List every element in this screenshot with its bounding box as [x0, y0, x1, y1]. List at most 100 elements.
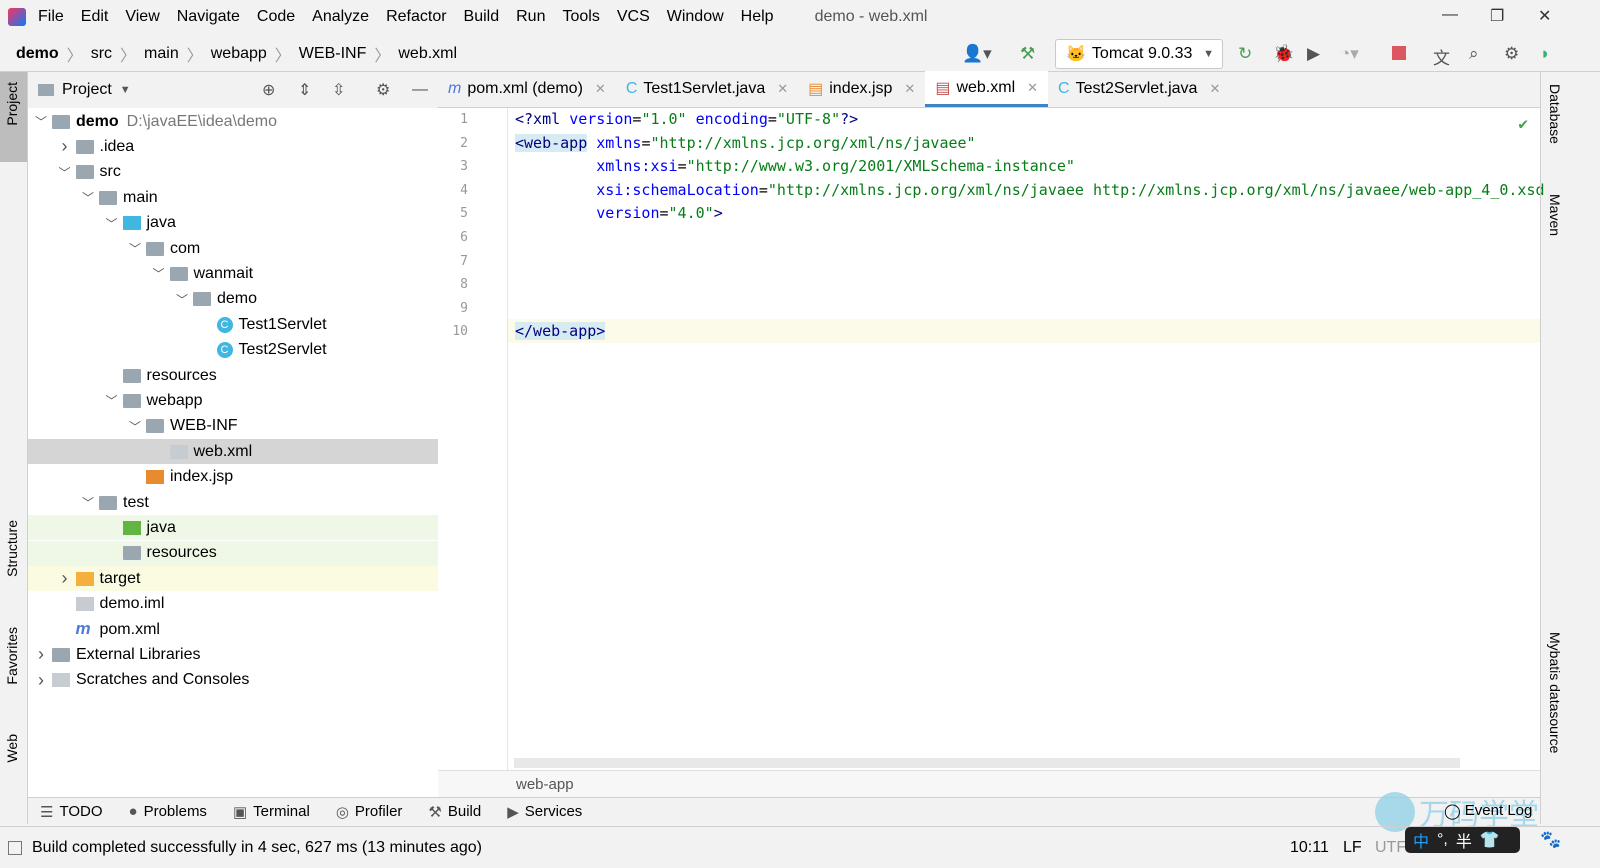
maven-tool-tab[interactable]: Maven	[1547, 194, 1563, 236]
tree-item-resources[interactable]: resources	[28, 540, 438, 566]
tree-item-index-jsp[interactable]: index.jsp	[28, 465, 438, 490]
gear-icon[interactable]: ⚙	[1504, 44, 1519, 64]
gear-icon[interactable]: ⚙	[376, 80, 390, 100]
tool-window-profiler[interactable]: ◎ Profiler	[336, 803, 403, 821]
menu-file[interactable]: File	[38, 8, 64, 26]
chevron-right-icon[interactable]: ›	[34, 670, 48, 691]
favorites-tool-tab[interactable]: Favorites	[4, 627, 20, 685]
close-tab-icon[interactable]: ✕	[904, 81, 915, 97]
tree-item--idea[interactable]: › .idea	[28, 134, 438, 159]
ime-width[interactable]: 半	[1456, 828, 1472, 852]
menu-build[interactable]: Build	[464, 8, 500, 26]
tree-item-demo-iml[interactable]: demo.iml	[28, 592, 438, 617]
tab-index-jsp[interactable]: ▤ index.jsp ✕	[798, 71, 925, 107]
run-configuration-select[interactable]: 🐱 Tomcat 9.0.33 ▼	[1055, 39, 1223, 69]
project-view-select[interactable]: Project	[62, 81, 112, 99]
tree-item-test2servlet[interactable]: C Test2Servlet	[28, 338, 438, 363]
translate-icon[interactable]: 文	[1433, 44, 1450, 69]
ime-mode[interactable]: 中	[1413, 828, 1429, 852]
chevron-down-icon[interactable]: ﹀	[152, 265, 166, 282]
code-line[interactable]: xsi:schemaLocation="http://xmlns.jcp.org…	[515, 181, 1544, 199]
menu-navigate[interactable]: Navigate	[177, 8, 240, 26]
chevron-down-icon[interactable]: ﹀	[105, 215, 119, 232]
tree-item-pom-xml[interactable]: m pom.xml	[28, 617, 438, 642]
menu-help[interactable]: Help	[741, 8, 774, 26]
chevron-down-icon[interactable]: ﹀	[128, 240, 142, 257]
rerun-icon[interactable]: ↻	[1238, 44, 1252, 64]
expand-all-icon[interactable]: ⇕	[298, 80, 311, 100]
mybatis-tool-tab[interactable]: Mybatis datasource	[1547, 632, 1563, 753]
line-separator[interactable]: LF	[1343, 839, 1362, 857]
locate-icon[interactable]: ⊕	[262, 80, 275, 100]
close-tab-icon[interactable]: ✕	[1209, 81, 1220, 97]
tab-pom-xml-demo-[interactable]: m pom.xml (demo) ✕	[438, 71, 616, 107]
tab-web-xml[interactable]: ▤ web.xml ✕	[925, 71, 1049, 107]
breadcrumb-item[interactable]: src 〉	[91, 42, 144, 66]
chevron-down-icon[interactable]: ﹀	[128, 418, 142, 435]
menu-analyze[interactable]: Analyze	[312, 8, 369, 26]
menu-window[interactable]: Window	[667, 8, 724, 26]
caret-position[interactable]: 10:11	[1290, 839, 1329, 857]
tree-item-java[interactable]: ﹀ java	[28, 211, 438, 236]
chevron-down-icon[interactable]: ﹀	[58, 164, 72, 181]
code-line[interactable]: <web-app xmlns="http://xmlns.jcp.org/xml…	[515, 133, 976, 152]
chevron-down-icon[interactable]: ﹀	[34, 113, 48, 130]
close-tab-icon[interactable]: ✕	[595, 81, 606, 97]
menu-view[interactable]: View	[125, 8, 159, 26]
chevron-right-icon[interactable]: ›	[58, 568, 72, 589]
structure-tool-tab[interactable]: Structure	[4, 520, 20, 577]
search-icon[interactable]: ⌕	[1469, 44, 1479, 64]
menu-code[interactable]: Code	[257, 8, 295, 26]
tab-test2servlet-java[interactable]: C Test2Servlet.java ✕	[1048, 71, 1230, 107]
tree-item-external-libraries[interactable]: › External Libraries	[28, 642, 438, 667]
tree-item-test[interactable]: ﹀ test	[28, 490, 438, 515]
baidu-paw-icon[interactable]: 🐾	[1540, 830, 1561, 850]
tree-item-test1servlet[interactable]: C Test1Servlet	[28, 312, 438, 337]
tab-test1servlet-java[interactable]: C Test1Servlet.java ✕	[616, 71, 798, 107]
tree-item-wanmait[interactable]: ﹀ wanmait	[28, 261, 438, 286]
tool-window-build[interactable]: ⚒ Build	[428, 803, 481, 821]
close-tab-icon[interactable]: ✕	[1027, 80, 1038, 96]
tool-window-todo[interactable]: ☰ TODO	[40, 803, 103, 821]
chevron-down-icon[interactable]: ▼	[120, 84, 131, 96]
tool-window-terminal[interactable]: ▣ Terminal	[233, 803, 310, 821]
stop-icon[interactable]	[1392, 46, 1406, 60]
profile-icon[interactable]: ◔▾	[1340, 44, 1359, 64]
tool-window-problems[interactable]: ● Problems	[129, 803, 207, 820]
chevron-right-icon[interactable]: ›	[34, 644, 48, 665]
tree-item-com[interactable]: ﹀ com	[28, 236, 438, 261]
chevron-down-icon[interactable]: ﹀	[105, 392, 119, 409]
restore-button[interactable]: ❐	[1490, 6, 1504, 26]
tree-item-scratches-and-consoles[interactable]: › Scratches and Consoles	[28, 668, 438, 693]
breadcrumb-item[interactable]: web.xml	[398, 42, 457, 66]
close-window-button[interactable]: ✕	[1538, 6, 1551, 26]
build-hammer-icon[interactable]: ⚒	[1020, 44, 1035, 64]
tree-item-target[interactable]: › target	[28, 566, 438, 592]
tree-item-java[interactable]: java	[28, 515, 438, 541]
tree-item-demo[interactable]: ﹀ demo	[28, 287, 438, 312]
ime-skin-icon[interactable]: 👕	[1480, 830, 1500, 850]
tree-item-resources[interactable]: resources	[28, 363, 438, 388]
hide-panel-icon[interactable]: —	[412, 81, 428, 99]
web-tool-tab[interactable]: Web	[4, 734, 20, 763]
file-encoding[interactable]: UTF	[1375, 839, 1406, 857]
database-tool-tab[interactable]: Database	[1547, 84, 1563, 144]
menu-run[interactable]: Run	[516, 8, 545, 26]
tree-item-webapp[interactable]: ﹀ webapp	[28, 388, 438, 413]
plugin-icon[interactable]: ◗	[1540, 44, 1550, 64]
vcs-user-icon[interactable]: 👤▾	[962, 44, 992, 64]
code-line[interactable]: </web-app>	[515, 322, 606, 341]
status-message[interactable]: Build completed successfully in 4 sec, 6…	[32, 839, 482, 857]
code-line[interactable]: <?xml version="1.0" encoding="UTF-8"?>	[515, 110, 858, 128]
breadcrumb-item[interactable]: WEB-INF 〉	[299, 42, 399, 66]
chevron-down-icon[interactable]: ﹀	[81, 189, 95, 206]
chevron-down-icon[interactable]: ﹀	[81, 494, 95, 511]
tree-item-web-xml[interactable]: web.xml	[28, 439, 438, 465]
menu-refactor[interactable]: Refactor	[386, 8, 446, 26]
menu-vcs[interactable]: VCS	[617, 8, 650, 26]
ime-toolbar[interactable]: 中 °, 半 👕	[1405, 827, 1520, 853]
tool-window-services[interactable]: ▶ Services	[507, 803, 582, 821]
breadcrumb-item[interactable]: main 〉	[144, 42, 211, 66]
ime-punctuation[interactable]: °,	[1437, 831, 1448, 849]
menu-tools[interactable]: Tools	[562, 8, 599, 26]
